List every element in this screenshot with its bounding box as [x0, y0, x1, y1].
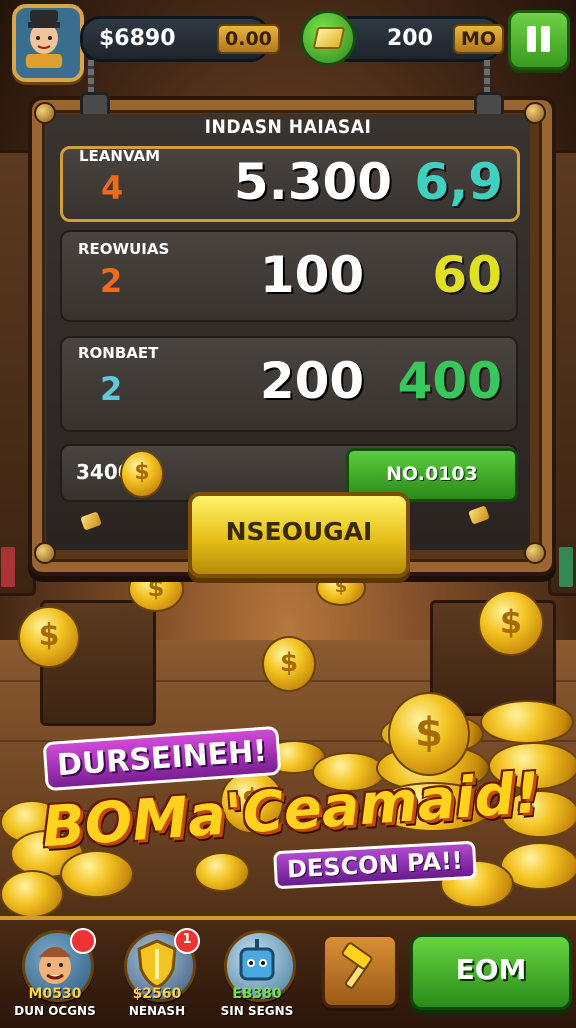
coin-icon: $ — [18, 606, 80, 668]
nav-label: SIN SEGNS — [220, 1004, 294, 1018]
hammer-button[interactable] — [322, 934, 398, 1008]
nav-value: M0530 — [28, 986, 82, 1002]
cash-tag: 0.00 — [217, 24, 280, 54]
coin-icon: $ — [262, 636, 316, 692]
hammer-icon — [341, 942, 373, 989]
nav-label: DUN OCGNS — [14, 1004, 96, 1018]
nav-value: $2560 — [132, 986, 182, 1002]
row-level: 2 — [100, 262, 123, 300]
go-button[interactable]: EOM — [410, 934, 572, 1010]
avatar-icon — [26, 10, 62, 68]
row-level: 2 — [100, 370, 123, 408]
row-label: LEANVAM — [79, 147, 161, 165]
row-bonus: 400 — [397, 352, 502, 410]
coin-icon: $ — [120, 450, 164, 498]
coin-icon: $ — [478, 590, 544, 656]
bolt — [34, 542, 56, 564]
board-title: INDASN HAIASAI — [204, 116, 372, 138]
pause-button[interactable] — [508, 10, 570, 70]
score-row: RONBAET 2 200 400 — [60, 336, 518, 432]
main-action-button[interactable]: NSEOUGAI — [188, 492, 410, 578]
score-row: REOWUIAS 2 100 60 — [60, 230, 518, 322]
row-bonus: 6,9 — [414, 153, 503, 211]
row-score: 200 — [259, 352, 365, 410]
gems-tag: MO — [453, 24, 505, 54]
bolt — [524, 542, 546, 564]
row-label: RONBAET — [78, 344, 159, 362]
row-level: 4 — [101, 169, 124, 207]
score-row: LEANVAM 4 5.300 6,9 — [60, 146, 520, 222]
row-score: 5.300 — [233, 153, 393, 211]
nav-value: EB380 — [232, 986, 282, 1002]
nav-label: NENASH — [128, 1004, 186, 1018]
notification-badge — [70, 928, 96, 954]
row-score: 100 — [259, 246, 365, 304]
notification-badge: 1 — [174, 928, 200, 954]
row-bonus: 60 — [432, 246, 502, 304]
gems-value: 200 — [387, 26, 433, 51]
cash-counter: $6890 0.00 — [80, 16, 280, 62]
player-avatar[interactable] — [12, 4, 84, 82]
gold-bar-icon[interactable] — [300, 10, 356, 66]
row-label: REOWUIAS — [78, 240, 170, 258]
cash-value: $6890 — [99, 26, 176, 51]
